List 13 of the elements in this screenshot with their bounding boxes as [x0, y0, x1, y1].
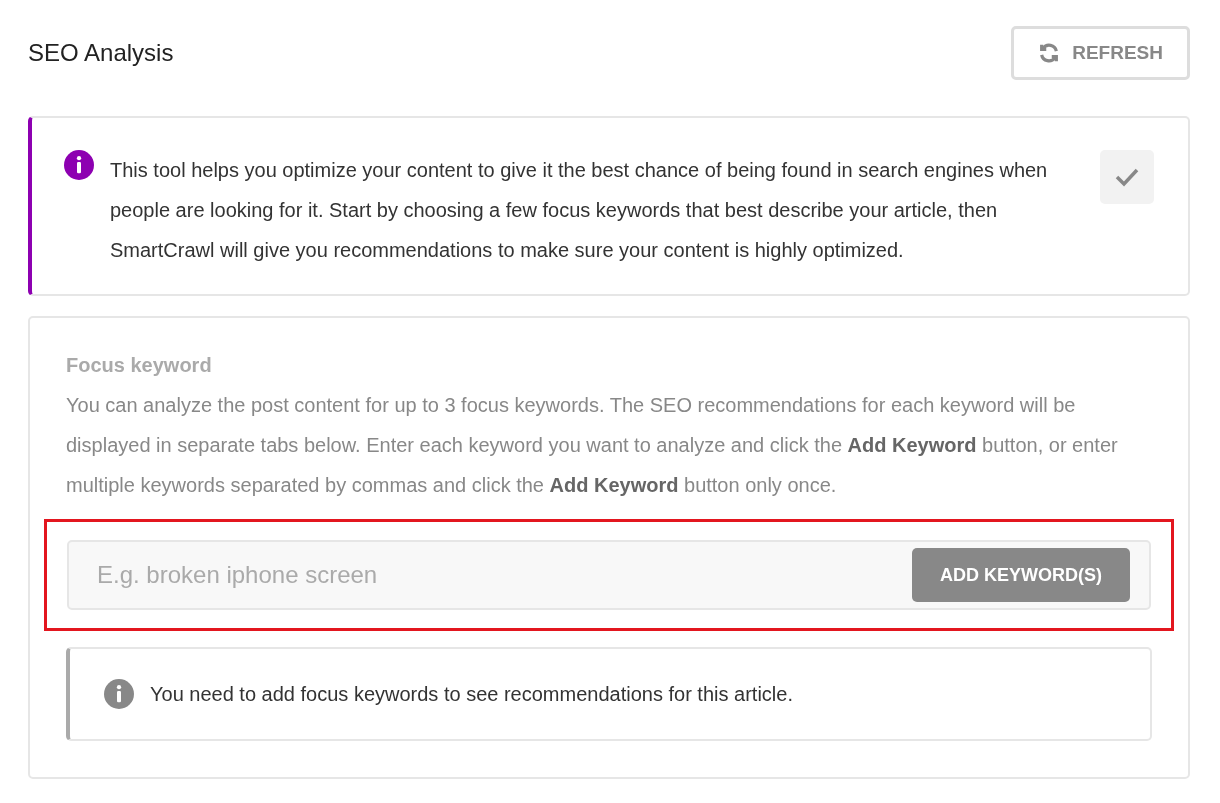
dismiss-button[interactable] [1100, 150, 1154, 204]
field-label: Focus keyword [66, 354, 213, 377]
section-title: SEO Analysis [28, 39, 174, 67]
notice-text: This tool helps you optimize your content to give it the best chance of being found in search engines when people are looking for it. Start by choosing a few focus keywords that best describe your article, then SmartCrawl will give you recommendations to make sure your content is highly optimized. [110, 158, 1049, 263]
refresh-button[interactable]: REFRESH [1011, 26, 1190, 80]
field-description: You can analyze the post content for up to 3 focus keywords. The SEO recommendations for each keyword will be displayed in separate tabs below. Enter each keyword you want to analyze and click the Add Keyword button, or enter multiple keywords separated by commas and click the Add Keyword button only once. [66, 393, 1119, 498]
info-icon [104, 679, 134, 709]
refresh-icon [1038, 42, 1061, 64]
notice-text: You need to add focus keywords to see recommendations for this article. [150, 682, 793, 706]
keyword-field[interactable]: E.g. broken iphone screen ADD KEYWORD(S) [67, 540, 1151, 610]
add-keyword-button[interactable]: ADD KEYWORD(S) [912, 548, 1130, 602]
check-icon [1115, 167, 1139, 187]
info-icon [64, 150, 94, 180]
